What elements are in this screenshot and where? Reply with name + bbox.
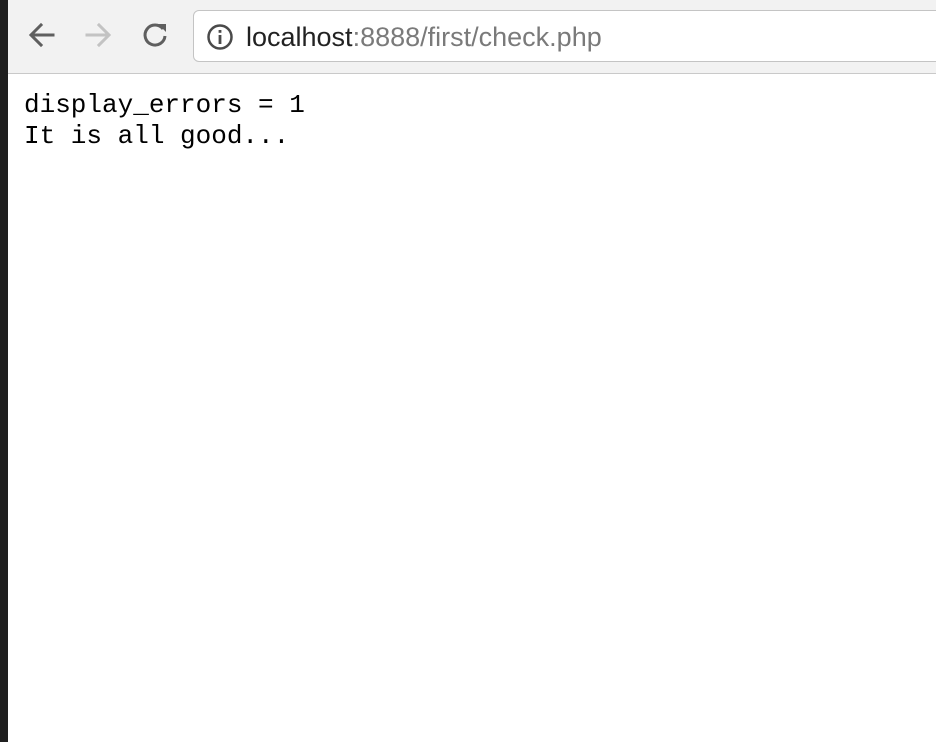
reload-icon	[143, 23, 167, 47]
address-bar[interactable]: localhost:8888/first/check.php	[193, 10, 936, 62]
reload-button[interactable]	[138, 18, 172, 52]
forward-button[interactable]	[81, 18, 115, 52]
window-edge	[0, 0, 8, 742]
back-button[interactable]	[25, 18, 59, 52]
url-path: :8888/first/check.php	[352, 22, 602, 52]
page-content: display_errors = 1 It is all good...	[24, 90, 305, 152]
url-host: localhost	[246, 22, 353, 52]
browser-toolbar: localhost:8888/first/check.php	[8, 0, 936, 74]
back-arrow-icon	[28, 22, 55, 48]
url-text[interactable]: localhost:8888/first/check.php	[246, 22, 602, 52]
info-icon[interactable]	[206, 23, 234, 51]
output-line: display_errors = 1	[24, 90, 305, 120]
forward-arrow-icon	[85, 22, 112, 48]
output-line: It is all good...	[24, 121, 290, 151]
